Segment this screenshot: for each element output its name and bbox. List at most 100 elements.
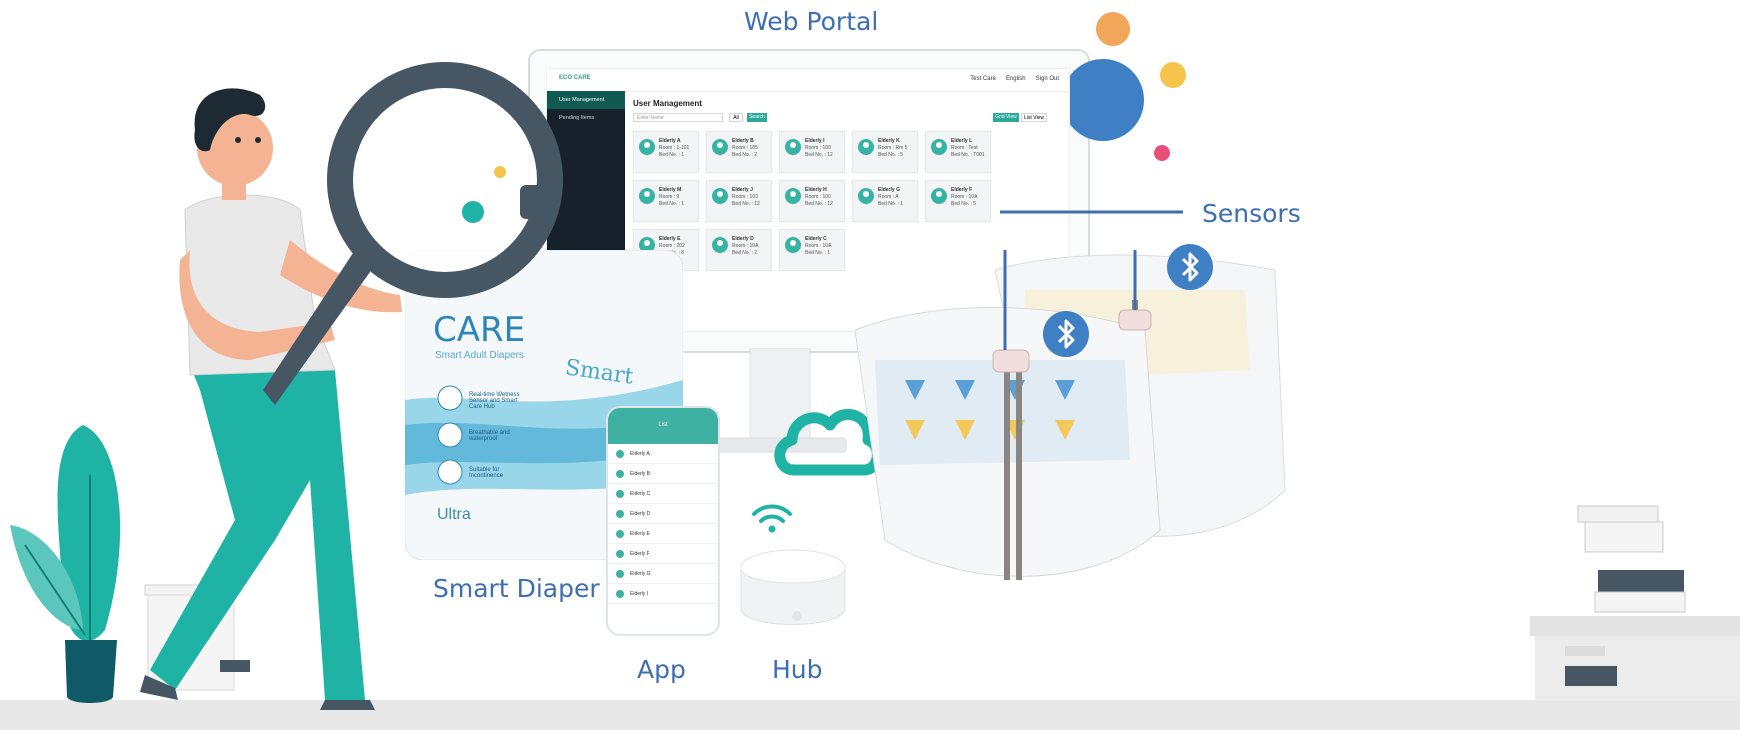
hub-device xyxy=(740,549,846,625)
user-card-name: Elderly J xyxy=(732,187,753,193)
list-item[interactable]: Elderly C xyxy=(608,484,718,504)
user-card-room: Room : 100 xyxy=(805,194,831,200)
user-card-bed: Bed No. : 2 xyxy=(732,152,758,158)
avatar xyxy=(785,139,801,155)
wifi-icon xyxy=(752,504,792,533)
plant-illustration xyxy=(10,425,121,703)
portal-toolbar: Enter Name All Search Grid View List Vie… xyxy=(633,113,1063,123)
list-item[interactable]: Elderly G xyxy=(608,564,718,584)
user-card-room: Room : 100 xyxy=(805,145,831,151)
status-dot xyxy=(616,509,624,518)
bluetooth-icon xyxy=(1167,244,1213,290)
label-hub: Hub xyxy=(772,655,823,684)
user-card-bed: Bed No. : 1 xyxy=(659,201,685,207)
list-item-label: Elderly F xyxy=(630,550,650,557)
user-card-bed: Bed No. : 1 xyxy=(659,152,685,158)
user-card-name: Elderly C xyxy=(805,236,827,242)
list-item-label: Elderly D xyxy=(630,510,651,517)
avatar xyxy=(712,139,728,155)
list-item[interactable]: Elderly D xyxy=(608,504,718,524)
sensor-pointer-line xyxy=(1000,210,1183,214)
user-card-bed: Bed No. : 1 xyxy=(805,250,831,256)
portal-main: User Management Enter Name All Search Gr… xyxy=(633,99,1063,271)
box-stack-right xyxy=(1530,505,1740,701)
user-card[interactable]: Elderly J Room : 103 Bed No. : 12 xyxy=(706,180,772,222)
user-card[interactable]: Elderly M Room : 9 Bed No. : 1 xyxy=(633,180,699,222)
avatar xyxy=(785,237,801,253)
user-card[interactable]: Elderly F Room : 10A Bed No. : 5 xyxy=(925,180,991,222)
decor-circles xyxy=(1070,12,1186,161)
label-sensors: Sensors xyxy=(1202,199,1301,228)
list-item[interactable]: Elderly E xyxy=(608,524,718,544)
status-dot xyxy=(616,469,624,478)
user-card-room: Room : 105 xyxy=(732,145,758,151)
status-dot xyxy=(616,449,624,458)
user-card-name: Elderly A xyxy=(659,138,681,144)
user-card[interactable]: Elderly A Room : 1-101 Bed No. : 1 xyxy=(633,131,699,173)
status-dot xyxy=(616,529,624,538)
user-card-room: Room : 10A xyxy=(951,194,978,200)
label-smart-diaper: Smart Diaper xyxy=(433,574,600,603)
user-card-bed: Bed No. : 12 xyxy=(805,152,833,158)
user-card-bed: Bed No. : 12 xyxy=(805,201,833,207)
list-item[interactable]: Elderly F xyxy=(608,544,718,564)
user-card-name: Elderly B xyxy=(732,138,754,144)
user-card[interactable]: Elderly H Room : 100 Bed No. : 12 xyxy=(779,180,845,222)
list-item-label: Elderly B xyxy=(630,470,651,477)
user-card-room: Room : 1-101 xyxy=(659,145,690,151)
user-card[interactable]: Elderly D Room : 10A Bed No. : 2 xyxy=(706,229,772,271)
avatar xyxy=(712,188,728,204)
search-input[interactable]: Enter Name xyxy=(633,113,723,122)
user-card-bed: Bed No. : 2 xyxy=(732,250,758,256)
list-item-label: Elderly G xyxy=(630,570,651,577)
user-card[interactable]: Elderly G Room : A Bed No. : 1 xyxy=(852,180,918,222)
portal-user[interactable]: Test Care xyxy=(970,76,996,82)
status-dot xyxy=(616,489,624,498)
status-dot xyxy=(616,549,624,558)
user-card-name: Elderly M xyxy=(659,187,682,193)
diapers-illustration xyxy=(854,250,1286,580)
search-button[interactable]: Search xyxy=(747,113,767,122)
user-card-room: Room : Rm 5 xyxy=(878,145,908,151)
phone-app: List Elderly A Elderly B Elderly C Elderly … xyxy=(606,406,720,636)
phone-header: List xyxy=(608,408,718,444)
user-card-room: Room : Test xyxy=(951,145,978,151)
user-card[interactable]: Elderly K Room : Rm 5 Bed No. : 5 xyxy=(852,131,918,173)
user-card-name: Elderly H xyxy=(805,187,827,193)
user-card[interactable]: Elderly B Room : 105 Bed No. : 2 xyxy=(706,131,772,173)
avatar xyxy=(639,188,655,204)
list-item[interactable]: Elderly A xyxy=(608,444,718,464)
portal-signout[interactable]: Sign Out xyxy=(1036,76,1059,82)
user-card-bed: Bed No. : 12 xyxy=(732,201,760,207)
filter-all-select[interactable]: All xyxy=(729,113,743,122)
avatar xyxy=(858,188,874,204)
page-title: User Management xyxy=(633,99,702,108)
avatar xyxy=(931,139,947,155)
label-web-portal: Web Portal xyxy=(744,7,879,36)
portal-language[interactable]: English xyxy=(1006,76,1026,82)
user-card-name: Elderly G xyxy=(878,187,900,193)
grid-view-button[interactable]: Grid View xyxy=(993,113,1019,122)
phone-list: Elderly A Elderly B Elderly C Elderly D Elde… xyxy=(608,444,718,604)
user-card-room: Room : 202 xyxy=(659,243,685,249)
list-view-button[interactable]: List View xyxy=(1021,113,1047,122)
avatar xyxy=(931,188,947,204)
list-item[interactable]: Elderly I xyxy=(608,584,718,604)
avatar xyxy=(712,237,728,253)
list-item-label: Elderly I xyxy=(630,590,649,597)
user-card-name: Elderly K xyxy=(878,138,900,144)
list-item-label: Elderly A xyxy=(630,450,650,457)
user-card[interactable]: Elderly C Room : 10A Bed No. : 1 xyxy=(779,229,845,271)
user-card-bed: Bed No. : 5 xyxy=(878,152,904,158)
bluetooth-icon xyxy=(1043,311,1089,357)
user-card[interactable]: Elderly L Room : Test Bed No. : T001 xyxy=(925,131,991,173)
user-card-room: Room : 10A xyxy=(732,243,759,249)
user-card-room: Room : A xyxy=(878,194,899,200)
avatar xyxy=(639,139,655,155)
user-card-name: Elderly L xyxy=(951,138,973,144)
label-app: App xyxy=(637,655,686,684)
user-card-room: Room : 103 xyxy=(732,194,758,200)
user-card[interactable]: Elderly I Room : 100 Bed No. : 12 xyxy=(779,131,845,173)
list-item[interactable]: Elderly B xyxy=(608,464,718,484)
portal-topbar: ECO CARE Test Care English Sign Out xyxy=(547,69,1069,92)
